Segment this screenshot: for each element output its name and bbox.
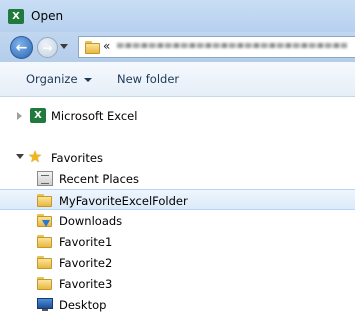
tree-item-myfavoriteexcelfolder[interactable]: MyFavoriteExcelFolder: [0, 189, 355, 210]
tree-item-label: Favorite1: [59, 235, 113, 249]
address-bar[interactable]: «: [78, 36, 355, 58]
star-icon: ★: [27, 147, 43, 166]
tree-item-label: Favorite3: [59, 277, 113, 291]
tree-item-favorites[interactable]: ★ Favorites: [0, 147, 355, 168]
open-dialog: X Open ← → « Organize New folder X Micro…: [0, 0, 355, 322]
excel-app-icon: X: [8, 9, 24, 24]
desktop-icon: [37, 297, 53, 312]
tree-item-label: Downloads: [59, 214, 123, 228]
folder-icon: [85, 40, 100, 54]
tree-item-desktop[interactable]: Desktop: [0, 294, 355, 315]
tree-item-favorite3[interactable]: Favorite3: [0, 273, 355, 294]
excel-app-icon-letter: X: [12, 11, 20, 22]
tree-item-label: Recent Places: [59, 172, 139, 186]
organize-label: Organize: [26, 72, 78, 86]
chevron-down-icon: [83, 77, 92, 82]
new-folder-button[interactable]: New folder: [117, 72, 179, 86]
tree-item-downloads[interactable]: Downloads: [0, 210, 355, 231]
address-path-redacted: [117, 43, 347, 48]
command-bar: Organize New folder: [0, 62, 355, 97]
recent-places-icon: [37, 171, 53, 186]
downloads-folder-icon: [37, 213, 53, 228]
excel-icon: X: [30, 108, 46, 123]
collapse-arrow-icon[interactable]: [16, 154, 24, 159]
forward-button[interactable]: →: [37, 37, 58, 58]
navigation-bar: ← → «: [0, 32, 355, 62]
tree-item-favorite1[interactable]: Favorite1: [0, 231, 355, 252]
tree-item-favorite2[interactable]: Favorite2: [0, 252, 355, 273]
favorites-label: Favorites: [51, 151, 103, 165]
tree-item-label: Desktop: [59, 298, 107, 312]
tree-item-microsoft-excel[interactable]: X Microsoft Excel: [0, 105, 355, 126]
tree-item-label: Favorite2: [59, 256, 113, 270]
recent-locations-dropdown[interactable]: [60, 44, 68, 49]
tree-item-label: MyFavoriteExcelFolder: [59, 194, 188, 208]
organize-button[interactable]: Organize: [26, 72, 92, 86]
breadcrumb-overflow-icon[interactable]: «: [103, 39, 110, 53]
folder-icon: [37, 255, 53, 270]
folder-icon: [37, 234, 53, 249]
window-title: Open: [31, 9, 64, 23]
folder-icon: [37, 193, 53, 208]
excel-icon-letter: X: [34, 110, 42, 121]
folder-icon: [37, 276, 53, 291]
tree-item-label: Microsoft Excel: [51, 109, 138, 123]
expand-arrow-icon[interactable]: [17, 112, 22, 120]
title-bar: X Open: [0, 0, 355, 32]
navigation-pane: X Microsoft Excel ★ Favorites Recent Pla…: [0, 97, 355, 322]
back-button[interactable]: ←: [10, 36, 33, 59]
tree-item-recent-places[interactable]: Recent Places: [0, 168, 355, 189]
